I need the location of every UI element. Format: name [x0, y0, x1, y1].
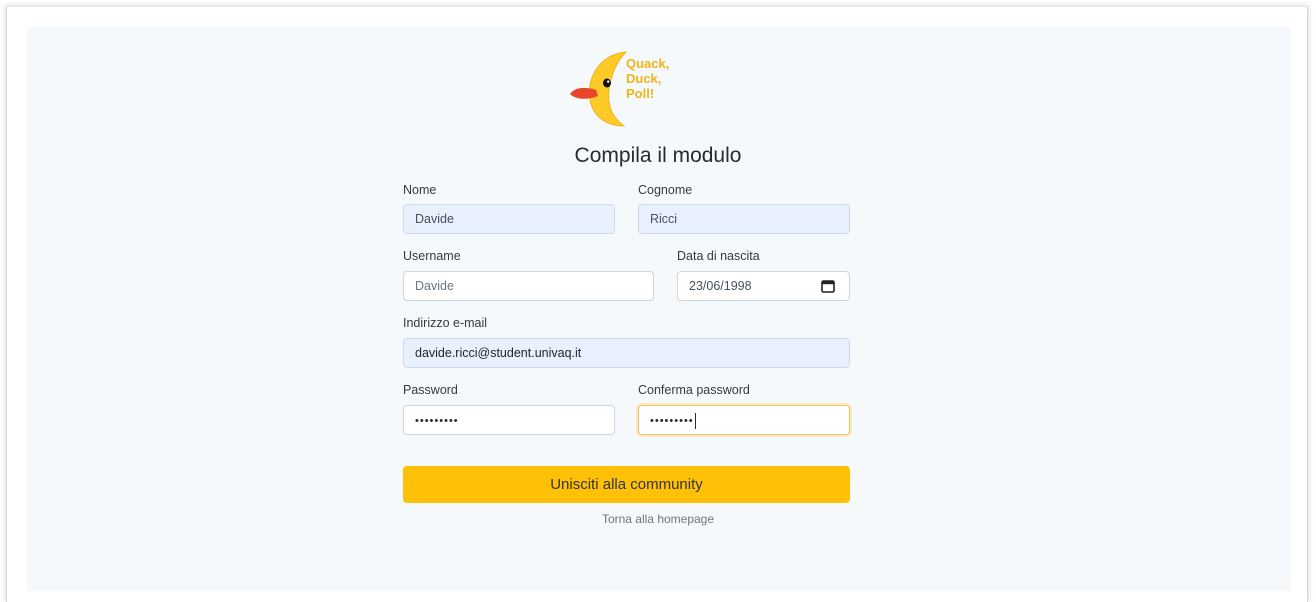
cognome-input[interactable]: Ricci — [638, 204, 850, 234]
back-link-text[interactable]: Torna alla homepage — [602, 512, 714, 526]
nome-value: Davide — [415, 212, 454, 226]
username-label: Username — [403, 249, 461, 263]
username-value: Davide — [415, 279, 454, 293]
logo-line-2: Duck, — [626, 71, 662, 86]
conferma-password-value: ••••••••• — [650, 415, 694, 427]
email-label: Indirizzo e-mail — [403, 316, 488, 330]
nome-label: Nome — [403, 183, 437, 197]
data-nascita-value: 23/06/1998 — [689, 279, 752, 293]
conferma-password-input[interactable]: ••••••••• — [638, 405, 850, 435]
app-logo: Quack, Duck, Poll! — [566, 50, 686, 130]
password-value: ••••••••• — [415, 415, 459, 427]
back-to-homepage-link[interactable]: Torna alla homepage — [0, 512, 1316, 526]
cognome-value: Ricci — [650, 212, 678, 226]
data-nascita-label: Data di nascita — [677, 249, 760, 263]
form-title: Compila il modulo — [574, 144, 742, 167]
cognome-label: Cognome — [638, 183, 693, 197]
email-value: davide.ricci@student.univaq.it — [415, 346, 582, 360]
text-caret — [694, 412, 696, 429]
submit-button[interactable]: Unisciti alla community — [403, 466, 850, 503]
logo-text: Quack, Duck, Poll! — [626, 56, 696, 101]
calendar-icon[interactable] — [821, 279, 835, 293]
password-input[interactable]: ••••••••• — [403, 405, 615, 435]
logo-line-1: Quack, — [626, 56, 670, 71]
nome-input[interactable]: Davide — [403, 204, 615, 234]
conferma-password-label: Conferma password — [638, 383, 750, 397]
data-nascita-input[interactable]: 23/06/1998 — [677, 271, 850, 301]
username-input[interactable]: Davide — [403, 271, 654, 301]
email-input[interactable]: davide.ricci@student.univaq.it — [403, 338, 850, 368]
logo-line-3: Poll! — [626, 86, 655, 101]
password-label: Password — [403, 383, 458, 397]
